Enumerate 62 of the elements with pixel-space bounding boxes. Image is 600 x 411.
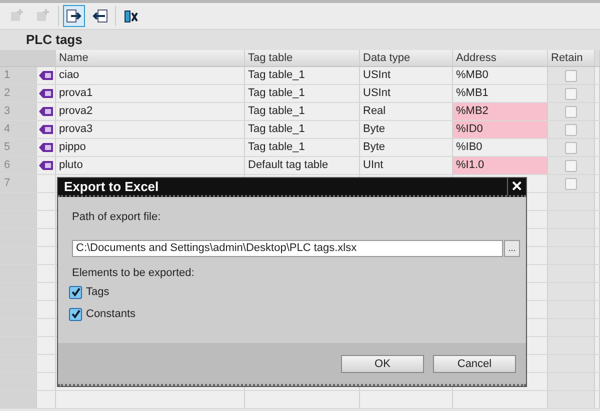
row-header-cell: 2 bbox=[0, 85, 37, 102]
export-arrow-icon bbox=[66, 8, 82, 24]
browse-button[interactable]: ... bbox=[504, 240, 520, 256]
tag-icon bbox=[39, 125, 53, 134]
table-cell: Tag table_1 bbox=[245, 67, 360, 84]
dialog-title: Export to Excel bbox=[64, 178, 159, 196]
import-arrow-icon bbox=[92, 8, 108, 24]
table-cell: USInt bbox=[360, 85, 453, 102]
column-header[interactable]: Tag table bbox=[245, 50, 360, 66]
table-cell: %ID0 bbox=[453, 121, 548, 138]
row-header-cell: 6 bbox=[0, 157, 37, 174]
checkbox[interactable] bbox=[69, 286, 82, 298]
table-cell: Tag table_1 bbox=[245, 103, 360, 120]
table-cell: Byte bbox=[360, 139, 453, 156]
table-cell: Tag table_1 bbox=[245, 121, 360, 138]
retain-checkbox[interactable] bbox=[565, 142, 577, 154]
retain-checkbox[interactable] bbox=[565, 106, 577, 118]
table-cell: pippo bbox=[56, 139, 245, 156]
row-header-cell: 5 bbox=[0, 139, 37, 156]
row-header-cell: 1 bbox=[0, 67, 37, 84]
column-header[interactable]: Data type bbox=[360, 50, 453, 66]
clear-column-icon bbox=[123, 8, 139, 24]
table-cell: %I1.0 bbox=[453, 157, 548, 174]
dialog-button[interactable]: Cancel bbox=[433, 354, 516, 372]
table-cell: prova1 bbox=[56, 85, 245, 102]
tag-icon bbox=[39, 89, 53, 98]
retain-checkbox[interactable] bbox=[565, 70, 577, 82]
table-cell: prova2 bbox=[56, 103, 245, 120]
tag-icon bbox=[39, 161, 53, 170]
plus-document-icon bbox=[9, 8, 25, 24]
retain-checkbox[interactable] bbox=[565, 124, 577, 136]
section-title: PLC tags bbox=[0, 30, 600, 50]
tag-icon bbox=[39, 143, 53, 152]
table-cell: USInt bbox=[360, 67, 453, 84]
column-header[interactable]: Retain bbox=[548, 50, 595, 66]
column-header[interactable]: Address bbox=[453, 50, 548, 66]
tag-icon bbox=[39, 71, 53, 80]
section-label: Elements to be exported: bbox=[72, 266, 196, 280]
row-header-cell: 7 bbox=[0, 175, 37, 192]
row-header-cell: 3 bbox=[0, 103, 37, 120]
table-cell: %MB2 bbox=[453, 103, 548, 120]
close-button[interactable]: ✕ bbox=[507, 177, 526, 196]
checkbox[interactable] bbox=[69, 308, 82, 320]
table-cell: pluto bbox=[56, 157, 245, 174]
toolbar-button[interactable] bbox=[63, 5, 85, 27]
retain-checkbox[interactable] bbox=[565, 178, 577, 190]
table-cell: Tag table_1 bbox=[245, 139, 360, 156]
table-cell: Tag table_1 bbox=[245, 85, 360, 102]
checkbox-label: Tags bbox=[86, 284, 110, 300]
table-cell: Default tag table bbox=[245, 157, 360, 174]
retain-checkbox[interactable] bbox=[565, 160, 577, 172]
path-field[interactable]: C:\Documents and Settings\admin\Desktop\PLC tags.xlsx bbox=[72, 240, 503, 256]
checkbox-label: Constants bbox=[86, 306, 136, 322]
row-header-cell: 4 bbox=[0, 121, 37, 138]
tag-icon bbox=[39, 107, 53, 116]
field-label: Path of export file: bbox=[72, 210, 162, 225]
table-cell: ciao bbox=[56, 67, 245, 84]
plus-document-icon bbox=[35, 8, 51, 24]
column-header[interactable]: Name bbox=[56, 50, 245, 66]
retain-checkbox[interactable] bbox=[565, 88, 577, 100]
table-cell: prova3 bbox=[56, 121, 245, 138]
dialog-button[interactable]: OK bbox=[341, 354, 424, 372]
